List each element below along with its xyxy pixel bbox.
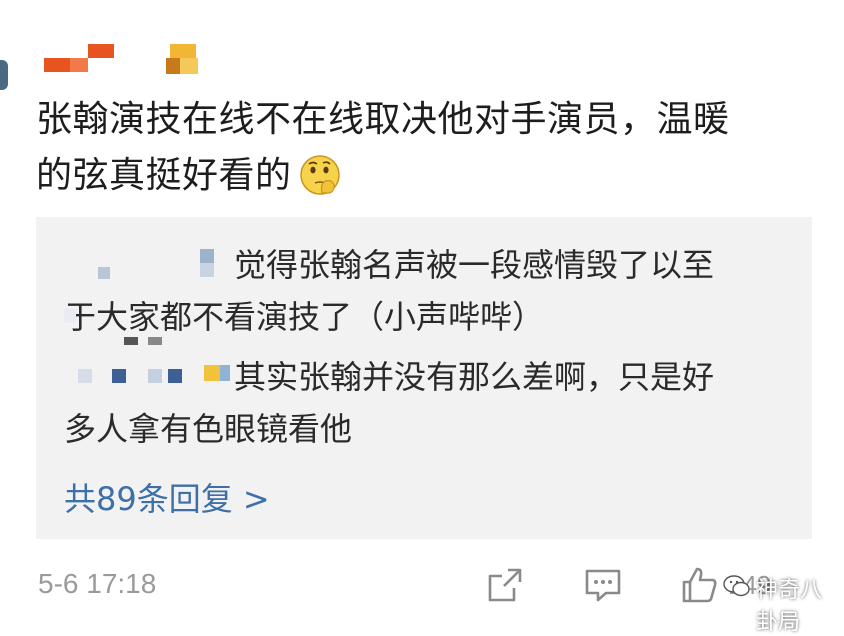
watermark-text: 神奇八卦局 xyxy=(756,578,823,635)
username-redacted[interactable] xyxy=(40,40,210,80)
reply-text-line1: 其实张翰并没有那么差啊，只是好 xyxy=(234,358,715,396)
thinking-face-icon xyxy=(299,155,340,195)
comment-icon[interactable] xyxy=(584,566,622,604)
comment-text-line2: 的弦真挺好看的 xyxy=(36,155,292,196)
comment-text: 张翰演技在线不在线取决他对手演员，温暖 的弦真挺好看的 xyxy=(36,92,816,204)
reply-username-redacted[interactable] xyxy=(64,351,254,391)
avatar[interactable] xyxy=(0,60,8,90)
reply-item[interactable]: 其实张翰并没有那么差啊，只是好 多人拿有色眼镜看他 xyxy=(64,351,804,455)
share-icon[interactable] xyxy=(486,566,524,604)
like-icon[interactable] xyxy=(680,566,718,604)
reply-text-line2: 于大家都不看演技了（小声哔哔） xyxy=(64,298,545,336)
wechat-icon xyxy=(723,575,750,597)
reply-item[interactable]: 觉得张翰名声被一段感情毁了以至 于大家都不看演技了（小声哔哔） xyxy=(64,239,804,345)
timestamp: 5-6 17:18 xyxy=(38,568,157,599)
reply-text-line1: 觉得张翰名声被一段感情毁了以至 xyxy=(234,246,715,284)
reply-text-line2: 多人拿有色眼镜看他 xyxy=(64,410,353,448)
watermark: 神奇八卦局 xyxy=(722,568,832,635)
more-replies-link[interactable]: 共89条回复 > xyxy=(64,473,270,525)
comment-footer: 5-6 17:18 149 神奇八卦局 xyxy=(0,560,844,635)
replies-box: 觉得张翰名声被一段感情毁了以至 于大家都不看演技了（小声哔哔） 其实张翰并没有那… xyxy=(36,217,812,539)
comment-text-line1: 张翰演技在线不在线取决他对手演员，温暖 xyxy=(36,99,730,140)
reply-username-redacted[interactable] xyxy=(64,239,254,345)
